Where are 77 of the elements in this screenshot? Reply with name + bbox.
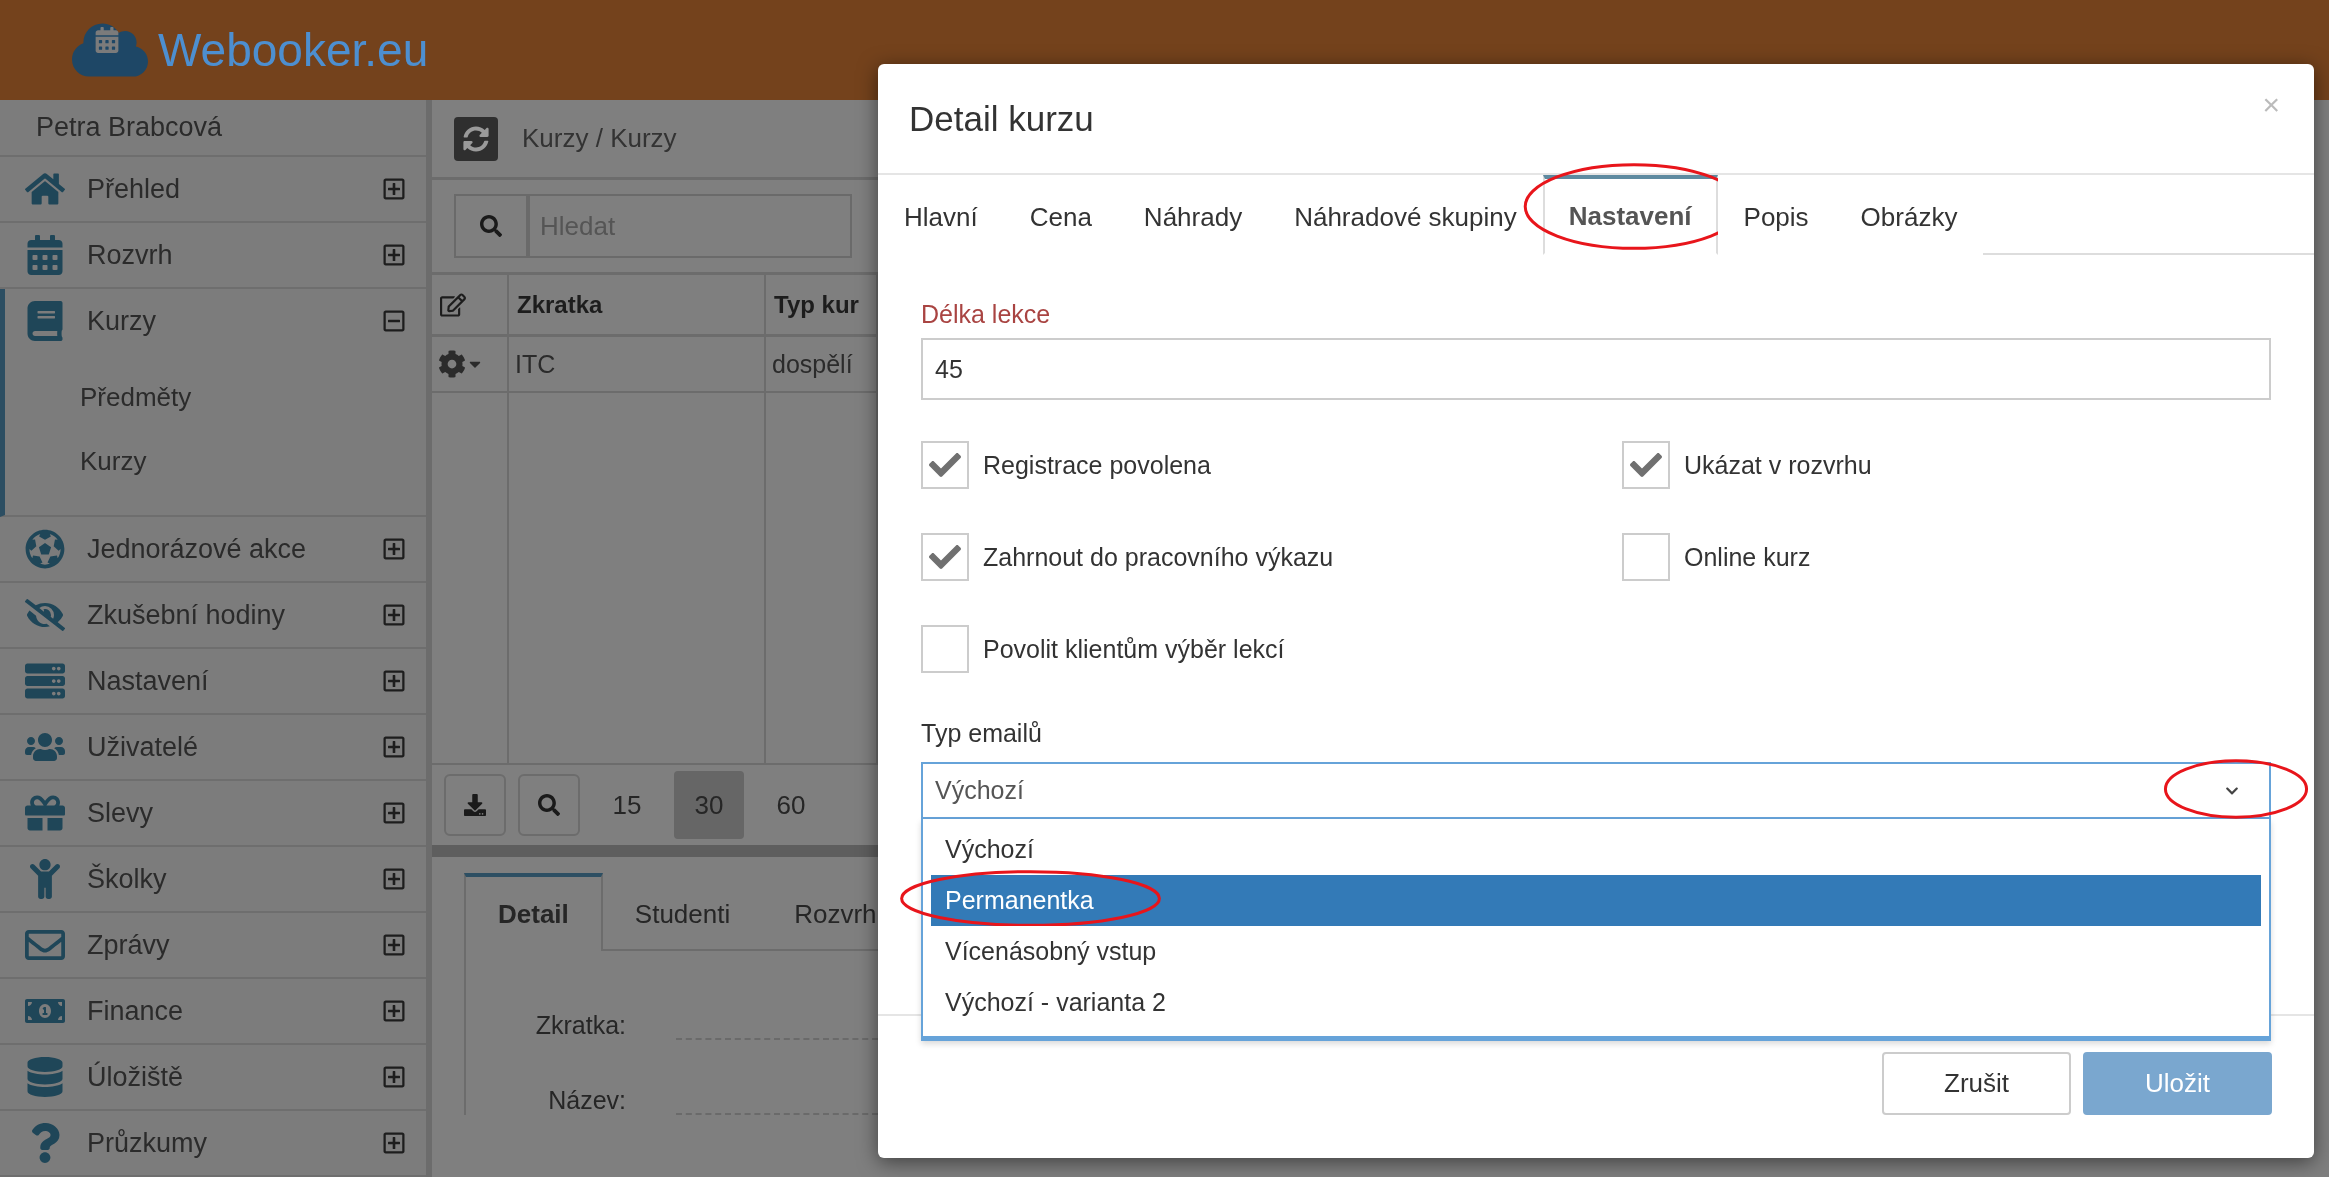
search-button[interactable]: [454, 194, 528, 258]
checkbox-label: Online kurz: [1684, 542, 1811, 572]
expand-icon[interactable]: [382, 867, 406, 891]
detail-tab[interactable]: Rozvrh: [762, 873, 909, 951]
checkbox-label: Povolit klientům výběr lekcí: [983, 634, 1285, 664]
logo-text: Webooker.eu: [158, 23, 429, 77]
close-button[interactable]: ×: [2256, 86, 2286, 123]
sidebar-item[interactable]: Uživatelé: [0, 715, 426, 779]
cancel-button[interactable]: Zrušit: [1882, 1052, 2071, 1115]
checkbox[interactable]: [1622, 441, 1670, 489]
search-button[interactable]: [518, 774, 580, 836]
sidebar-subitem[interactable]: Předměty: [5, 365, 426, 429]
sidebar-item[interactable]: Jednorázové akce: [0, 517, 426, 581]
field-label: Typ emailů: [921, 719, 1042, 748]
refresh-icon: [463, 125, 489, 152]
expand-icon[interactable]: [382, 1065, 406, 1089]
field-label: Délka lekce: [921, 300, 1051, 329]
book-icon: [25, 301, 65, 341]
breadcrumb: Kurzy / Kurzy: [522, 123, 677, 154]
sidebar-item[interactable]: Rozvrh: [0, 223, 426, 287]
user-name: Petra Brabcová: [0, 100, 426, 157]
detail-tab[interactable]: Studenti: [602, 873, 763, 951]
page-size-button[interactable]: 60: [756, 771, 826, 839]
sidebar-item[interactable]: Průzkumy: [0, 1111, 426, 1175]
dialog-title: Detail kurzu: [909, 98, 1094, 139]
sidebar-item[interactable]: Úložiště: [0, 1045, 426, 1109]
sidebar-item[interactable]: Školky: [0, 847, 426, 911]
sidebar-item[interactable]: Zprávy: [0, 913, 426, 977]
expand-icon[interactable]: [382, 999, 406, 1023]
page-size-button[interactable]: 15: [592, 771, 662, 839]
gift-icon: [25, 793, 65, 833]
table-cell: ITC: [509, 337, 766, 393]
search-icon: [480, 215, 502, 237]
field-label: Zkratka:: [534, 1011, 626, 1040]
edit-icon: [440, 291, 466, 318]
search-icon: [538, 794, 560, 816]
dialog-tab[interactable]: Nastavení: [1542, 175, 1718, 255]
sidebar-item[interactable]: Nastavení: [0, 649, 426, 713]
expand-icon[interactable]: [382, 243, 406, 267]
detail-tab[interactable]: Detail: [464, 873, 603, 951]
column-header[interactable]: Zkratka: [509, 275, 766, 337]
database-icon: [25, 1057, 65, 1097]
expand-icon[interactable]: [382, 933, 406, 957]
expand-icon[interactable]: [382, 1131, 406, 1155]
calendar-icon: [25, 235, 65, 275]
field-label: Název:: [547, 1086, 626, 1115]
sidebar-subitem[interactable]: Kurzy: [5, 429, 426, 493]
checkbox[interactable]: [1622, 533, 1670, 581]
sidebar-item[interactable]: Kurzy: [5, 289, 426, 353]
expand-icon[interactable]: [382, 801, 406, 825]
dialog-tab[interactable]: Hlavní: [878, 175, 1004, 255]
dialog-tab[interactable]: Popis: [1717, 175, 1835, 255]
download-icon: [464, 794, 486, 816]
download-button[interactable]: [444, 774, 506, 836]
checkbox[interactable]: [921, 441, 969, 489]
collapse-icon[interactable]: [382, 309, 406, 333]
checkbox[interactable]: [921, 533, 969, 581]
page-size-button[interactable]: 30: [674, 771, 744, 839]
sidebar-item[interactable]: Finance: [0, 979, 426, 1043]
expand-icon[interactable]: [382, 537, 406, 561]
expand-icon[interactable]: [382, 735, 406, 759]
checkbox-label: Registrace povolena: [983, 450, 1211, 480]
save-button[interactable]: Uložit: [2083, 1052, 2272, 1115]
sidebar-item[interactable]: Slevy: [0, 781, 426, 845]
expand-icon[interactable]: [382, 177, 406, 201]
stacked-bars-icon: [25, 661, 65, 701]
select-field[interactable]: Výchozí: [921, 762, 2271, 819]
checkbox[interactable]: [921, 625, 969, 673]
checkbox-label: Zahrnout do pracovního výkazu: [983, 542, 1334, 572]
dropdown-option[interactable]: Permanentka: [931, 875, 2261, 926]
refresh-button[interactable]: [454, 116, 498, 161]
expand-icon[interactable]: [382, 669, 406, 693]
input-field[interactable]: 45: [921, 338, 2271, 400]
checkbox-label: Ukázat v rozvrhu: [1684, 450, 1872, 480]
sidebar-item[interactable]: Zkušební hodiny: [0, 583, 426, 647]
expand-icon[interactable]: [382, 603, 406, 627]
sidebar-item[interactable]: Přehled: [0, 157, 426, 221]
